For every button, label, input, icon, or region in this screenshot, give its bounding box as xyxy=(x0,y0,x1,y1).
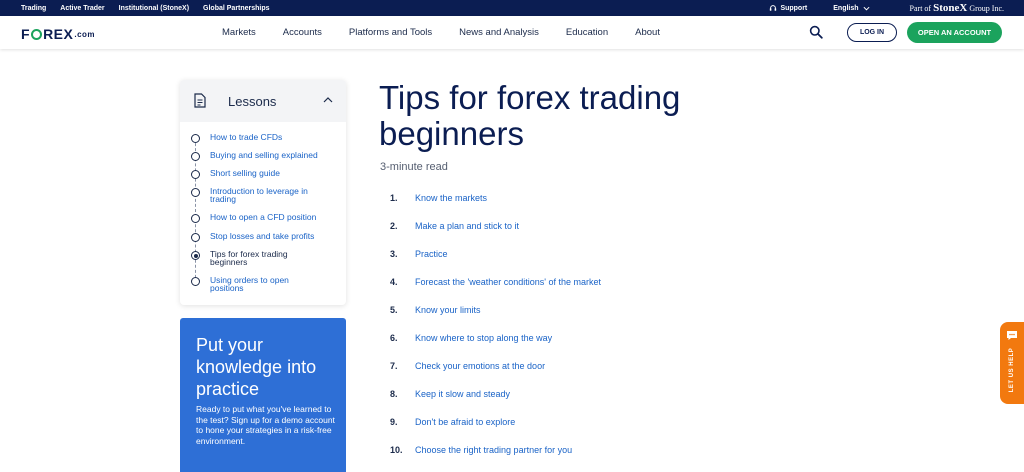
lesson-item-short-selling[interactable]: Short selling guide xyxy=(210,168,338,178)
tip-link[interactable]: Know your limits xyxy=(415,305,481,315)
lesson-dot-1 xyxy=(191,134,200,143)
lesson-item-buying-and-selling[interactable]: Buying and selling explained xyxy=(210,150,338,160)
topbar-link-active-trader[interactable]: Active Trader xyxy=(60,5,104,12)
lesson-label-cont: trading xyxy=(210,194,236,204)
tip-item[interactable]: 6. Know where to stop along the way xyxy=(390,333,690,345)
lesson-label: Stop losses and take profits xyxy=(210,231,315,241)
lesson-item-using-orders[interactable]: Using orders to open positions xyxy=(210,276,338,293)
chevron-up-icon[interactable] xyxy=(323,96,333,104)
lesson-label: Buying and selling explained xyxy=(210,150,318,160)
nav-about[interactable]: About xyxy=(635,27,660,38)
lesson-item-open-cfd-position[interactable]: How to open a CFD position xyxy=(210,212,338,222)
main-nav: Markets Accounts Platforms and Tools New… xyxy=(222,16,687,49)
language-label: English xyxy=(833,4,859,12)
tip-item[interactable]: 8. Keep it slow and steady xyxy=(390,389,690,401)
support-label: Support xyxy=(780,4,808,12)
promo-text: Ready to put what you've learned to the … xyxy=(196,404,335,446)
language-select[interactable]: English xyxy=(833,4,870,12)
lesson-label: How to open a CFD position xyxy=(210,212,317,222)
support-link[interactable]: Support xyxy=(769,4,807,12)
document-icon xyxy=(194,93,206,108)
tip-link[interactable]: Keep it slow and steady xyxy=(415,389,510,399)
stonex-brand: StoneX xyxy=(933,2,968,14)
demo-account-promo[interactable]: Put your knowledge into practice Ready t… xyxy=(180,318,346,472)
logo-text-left: F xyxy=(21,26,31,42)
promo-title: Put your knowledge into practice xyxy=(196,335,317,399)
login-button[interactable]: LOG IN xyxy=(847,23,897,42)
topbar-link-trading[interactable]: Trading xyxy=(21,5,46,12)
tip-number: 1. xyxy=(390,193,398,203)
open-account-button[interactable]: OPEN AN ACCOUNT xyxy=(907,22,1002,43)
tip-item[interactable]: 2. Make a plan and stick to it xyxy=(390,221,690,233)
nav-accounts[interactable]: Accounts xyxy=(283,27,322,38)
lesson-label: How to trade CFDs xyxy=(210,132,283,142)
main-header: F REX .com Markets Accounts Platforms an… xyxy=(0,16,1024,49)
tip-link[interactable]: Make a plan and stick to it xyxy=(415,221,519,231)
nav-platforms-and-tools[interactable]: Platforms and Tools xyxy=(349,27,432,38)
tip-link[interactable]: Practice xyxy=(415,249,448,259)
tip-number: 6. xyxy=(390,333,398,343)
nav-markets[interactable]: Markets xyxy=(222,27,256,38)
lesson-label-cont: beginners xyxy=(210,257,248,267)
tip-number: 5. xyxy=(390,305,398,315)
tip-link[interactable]: Choose the right trading partner for you xyxy=(415,445,572,455)
lesson-dot-6 xyxy=(191,233,200,242)
tip-number: 9. xyxy=(390,417,398,427)
tip-link[interactable]: Know the markets xyxy=(415,193,487,203)
page-title: Tips for forex trading beginners xyxy=(379,79,681,152)
tip-item[interactable]: 5. Know your limits xyxy=(390,305,690,317)
search-icon[interactable] xyxy=(809,25,823,39)
lesson-item-how-to-trade-cfds[interactable]: How to trade CFDs xyxy=(210,132,338,142)
tip-link[interactable]: Know where to stop along the way xyxy=(415,333,552,343)
lesson-label-cont: positions xyxy=(210,283,244,293)
lesson-dot-3 xyxy=(191,170,200,179)
nav-news-and-analysis[interactable]: News and Analysis xyxy=(459,27,539,38)
lessons-title: Lessons xyxy=(228,94,277,109)
lesson-item-tips-forex-beginners[interactable]: Tips for forex trading beginners xyxy=(210,250,338,267)
lesson-label: Short selling guide xyxy=(210,168,280,178)
chat-bubble-icon xyxy=(1007,331,1017,340)
logo-suffix: .com xyxy=(74,29,96,39)
tip-number: 3. xyxy=(390,249,398,259)
headset-icon xyxy=(770,5,777,11)
lesson-dot-2 xyxy=(191,152,200,161)
tip-number: 8. xyxy=(390,389,398,399)
tip-number: 4. xyxy=(390,277,398,287)
tip-item[interactable]: 3. Practice xyxy=(390,249,690,261)
stonex-group-badge[interactable]: Part of StoneX Group Inc. xyxy=(910,2,1004,14)
let-us-help-tab[interactable]: LET US HELP xyxy=(1000,322,1024,404)
lesson-dot-5 xyxy=(191,214,200,223)
tip-item[interactable]: 10. Choose the right trading partner for… xyxy=(390,445,690,457)
tip-item[interactable]: 1. Know the markets xyxy=(390,193,690,205)
logo-ring-icon xyxy=(31,28,43,40)
forex-logo[interactable]: F REX .com xyxy=(21,26,95,42)
tip-link[interactable]: Check your emotions at the door xyxy=(415,361,545,371)
tip-item[interactable]: 4. Forecast the 'weather conditions' of … xyxy=(390,277,690,289)
lesson-dot-7-active xyxy=(191,251,200,260)
lesson-dot-4 xyxy=(191,188,200,197)
lessons-header[interactable]: Lessons xyxy=(180,80,346,122)
tip-item[interactable]: 7. Check your emotions at the door xyxy=(390,361,690,373)
tip-number: 10. xyxy=(390,445,403,455)
topbar-link-institutional[interactable]: Institutional (StoneX) xyxy=(119,5,189,12)
lesson-item-stop-losses[interactable]: Stop losses and take profits xyxy=(210,231,338,241)
tip-link[interactable]: Don't be afraid to explore xyxy=(415,417,515,427)
lesson-dot-8 xyxy=(191,277,200,286)
tip-link[interactable]: Forecast the 'weather conditions' of the… xyxy=(415,277,601,287)
tip-number: 7. xyxy=(390,361,398,371)
logo-text-right: REX xyxy=(43,26,74,42)
tip-item[interactable]: 9. Don't be afraid to explore xyxy=(390,417,690,429)
top-bar: Trading Active Trader Institutional (Sto… xyxy=(0,0,1024,16)
nav-education[interactable]: Education xyxy=(566,27,608,38)
lessons-panel: Lessons How to trade CFDs Buying and sel… xyxy=(180,80,346,305)
help-label: LET US HELP xyxy=(1009,347,1015,393)
topbar-link-global-partnerships[interactable]: Global Partnerships xyxy=(203,5,270,12)
lesson-item-leverage[interactable]: Introduction to leverage in trading xyxy=(210,187,338,204)
read-time: 3-minute read xyxy=(380,161,448,173)
tip-number: 2. xyxy=(390,221,398,231)
chevron-down-icon xyxy=(863,6,870,11)
partof-prefix: Part of xyxy=(909,4,932,13)
partof-suffix: Group Inc. xyxy=(969,4,1004,13)
